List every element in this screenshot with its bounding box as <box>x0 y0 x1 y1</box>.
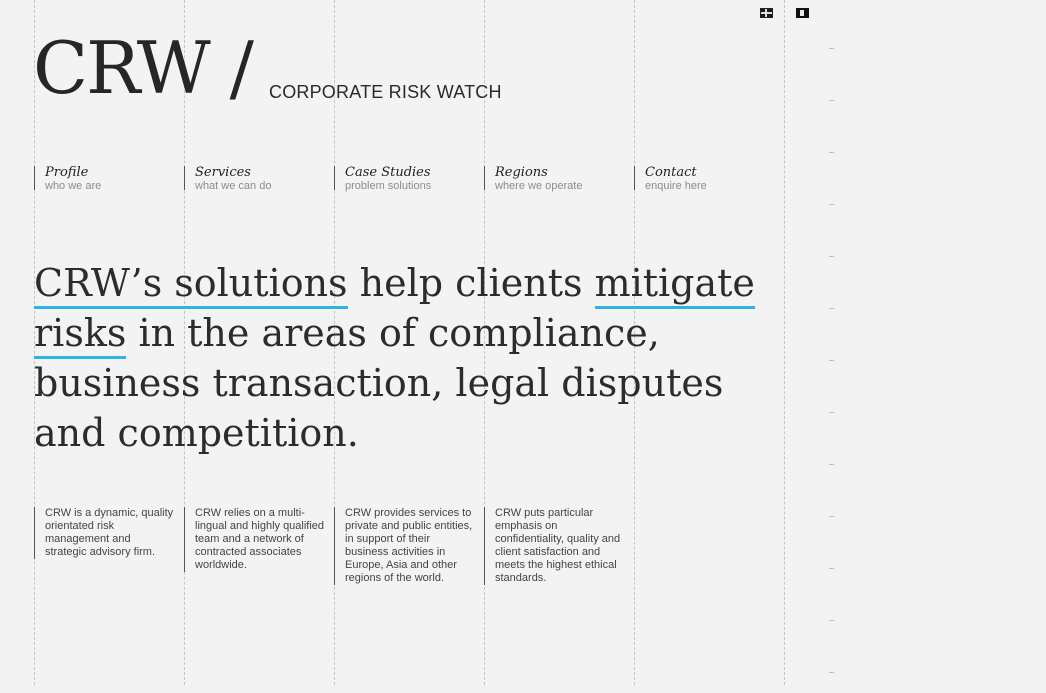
nav-title: Regions <box>495 165 548 180</box>
scale-tick <box>829 100 834 101</box>
highlight-solutions[interactable]: CRW’s solutions <box>34 261 348 309</box>
english-flag-icon[interactable] <box>760 8 773 18</box>
scale-tick <box>829 360 834 361</box>
scale-tick <box>829 672 834 673</box>
scale-tick <box>829 516 834 517</box>
grid-line <box>784 0 785 685</box>
scale-tick <box>829 308 834 309</box>
intro-column: CRW is a dynamic, quality orientated ris… <box>34 507 175 559</box>
nav-item-regions[interactable]: Regions where we operate <box>484 165 635 192</box>
scale-tick <box>829 620 834 621</box>
scale-tick <box>829 412 834 413</box>
nav-title: Case Studies <box>345 165 431 180</box>
nav-subtitle: where we operate <box>495 180 583 192</box>
scale-tick <box>829 152 834 153</box>
nav-subtitle: what we can do <box>195 180 272 192</box>
nav-title: Services <box>195 165 251 180</box>
headline-text: help clients <box>347 261 595 305</box>
scale-tick <box>829 568 834 569</box>
nav-item-profile[interactable]: Profile who we are <box>34 165 185 192</box>
site-logo[interactable]: CRW / <box>33 32 254 104</box>
scale-tick <box>829 204 834 205</box>
intro-column: CRW puts particular emphasis on confiden… <box>484 507 625 585</box>
scale-tick <box>829 48 834 49</box>
intro-column: CRW provides services to private and pub… <box>334 507 475 585</box>
scale-tick <box>829 464 834 465</box>
second-language-flag-icon[interactable] <box>796 8 809 18</box>
intro-column: CRW relies on a multi-lingual and highly… <box>184 507 325 572</box>
headline-text: in the areas of compliance, business tra… <box>34 311 724 455</box>
nav-subtitle: problem solutions <box>345 180 432 192</box>
nav-subtitle: enquire here <box>645 180 707 192</box>
hero-headline: CRW’s solutions help clients mitigate ri… <box>34 258 784 458</box>
nav-item-contact[interactable]: Contact enquire here <box>634 165 785 192</box>
site-tagline: CORPORATE RISK WATCH <box>269 82 502 102</box>
scale-tick <box>829 256 834 257</box>
nav-subtitle: who we are <box>45 180 102 192</box>
nav-item-case-studies[interactable]: Case Studies problem solutions <box>334 165 485 192</box>
nav-item-services[interactable]: Services what we can do <box>184 165 335 192</box>
nav-title: Profile <box>45 165 89 180</box>
nav-title: Contact <box>645 165 697 180</box>
